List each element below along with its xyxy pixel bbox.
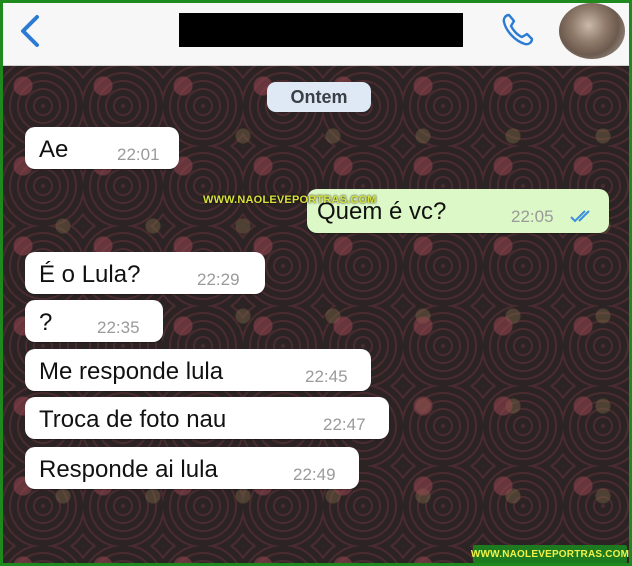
message-text: Responde ai lula (39, 456, 218, 483)
screenshot-frame: Ontem Ae 22:01 Quem é vc? 22:05 WWW.NAOL… (0, 0, 632, 566)
message-bubble-incoming[interactable]: ? 22:35 (25, 300, 163, 342)
message-time: 22:29 (197, 270, 240, 289)
back-button[interactable] (13, 11, 49, 51)
chat-area[interactable]: Ontem Ae 22:01 Quem é vc? 22:05 WWW.NAOL… (3, 66, 629, 563)
message-time: 22:49 (293, 465, 336, 484)
contact-name[interactable] (179, 13, 463, 47)
message-bubble-incoming[interactable]: Me responde lula 22:45 (25, 349, 371, 391)
watermark: WWW.NAOLEVEPORTRAS.COM (203, 194, 377, 206)
message-time: 22:01 (117, 145, 160, 164)
date-separator: Ontem (267, 82, 371, 112)
avatar[interactable] (559, 3, 625, 59)
chat-header (3, 3, 629, 66)
message-text: Me responde lula (39, 358, 224, 385)
read-receipt-icon (570, 210, 590, 223)
message-time: 22:05 (511, 207, 554, 226)
chevron-left-icon (21, 15, 39, 47)
message-bubble-incoming[interactable]: Troca de foto nau 22:47 (25, 397, 389, 439)
message-bubble-incoming[interactable]: Responde ai lula 22:49 (25, 447, 359, 489)
message-text: Ae (39, 136, 69, 163)
message-time: 22:35 (97, 318, 140, 337)
message-text: Troca de foto nau (39, 406, 227, 433)
message-time: 22:45 (305, 367, 348, 386)
call-button[interactable] (497, 9, 539, 51)
message-time: 22:47 (323, 415, 366, 434)
watermark-badge: WWW.NAOLEVEPORTRAS.COM (471, 545, 629, 563)
message-bubble-incoming[interactable]: Ae 22:01 (25, 127, 179, 169)
message-text: É o Lula? (39, 261, 141, 288)
phone-icon (502, 13, 534, 46)
message-text: ? (39, 309, 53, 336)
message-bubble-incoming[interactable]: É o Lula? 22:29 (25, 252, 265, 294)
